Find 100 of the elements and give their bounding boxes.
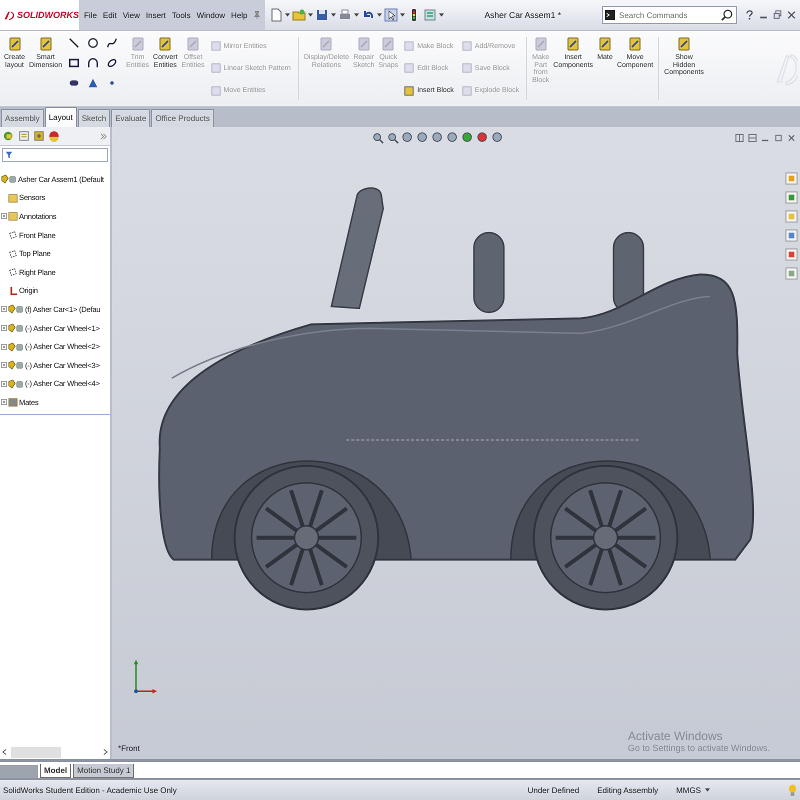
circle-icon[interactable]	[87, 37, 100, 49]
ellipse-icon[interactable]	[106, 57, 118, 69]
tool-icon	[404, 41, 414, 52]
caret-icon[interactable]	[330, 13, 336, 17]
tool-icon	[38, 36, 54, 52]
spline-icon[interactable]	[106, 37, 118, 49]
tool-icon	[380, 36, 396, 52]
tool-icon	[210, 86, 220, 96]
command-tab[interactable]: Assembly	[1, 109, 44, 127]
tool-icon	[130, 36, 146, 52]
close-icon[interactable]	[787, 133, 796, 143]
save-icon[interactable]	[314, 8, 328, 22]
menu-item[interactable]: Help	[231, 10, 248, 20]
model-tab[interactable]: Model	[40, 764, 72, 778]
part-icon	[8, 342, 24, 352]
caret-icon[interactable]	[284, 13, 290, 17]
search-field[interactable]: Search Commands	[602, 6, 737, 24]
tool-icon	[185, 36, 202, 52]
polygon-icon[interactable]	[87, 77, 100, 89]
new-document-icon[interactable]	[268, 8, 282, 22]
expand-icon[interactable]	[1, 306, 7, 312]
view-label: *Front	[118, 744, 140, 753]
tile-icon[interactable]	[735, 133, 744, 143]
tool-icon	[318, 36, 334, 52]
tool-icon	[627, 36, 644, 52]
scroll-right-icon[interactable]	[103, 748, 108, 756]
activation-hint: Go to Settings to activate Windows.	[628, 743, 770, 753]
app-logo: SOLIDWORKS	[17, 10, 79, 20]
arc-icon[interactable]	[87, 57, 100, 69]
line-icon[interactable]	[68, 37, 80, 49]
caret-icon[interactable]	[705, 788, 710, 792]
tool-icon	[596, 36, 613, 52]
menu-item[interactable]: Tools	[172, 10, 191, 20]
feature-tree-icon[interactable]	[3, 130, 15, 142]
tool-icon	[462, 63, 472, 74]
part-icon	[1, 174, 17, 184]
tool-icon	[356, 36, 372, 52]
caret-icon[interactable]	[376, 13, 382, 17]
tool-icon	[210, 41, 220, 52]
origin-icon	[8, 286, 18, 296]
model-tab[interactable]: Motion Study 1	[73, 764, 134, 778]
expand-icon[interactable]	[1, 362, 7, 368]
tool-icon	[404, 63, 414, 74]
window-title: Asher Car Assem1 *	[483, 10, 562, 20]
caret-icon[interactable]	[308, 13, 312, 17]
status-item: Editing Assembly	[597, 786, 658, 794]
expand-icon[interactable]	[1, 325, 7, 332]
plane-icon	[8, 230, 18, 240]
mates-icon	[8, 397, 18, 408]
command-tab[interactable]: Evaluate	[111, 109, 150, 127]
caret-icon[interactable]	[354, 13, 358, 17]
graphics-area[interactable]: *Front Activate Windows Go to Settings to activate Windows.	[112, 127, 800, 759]
caret-icon[interactable]	[438, 13, 444, 17]
menu-item[interactable]: View	[122, 10, 140, 20]
tile-icon[interactable]	[748, 133, 757, 143]
cursor-icon[interactable]	[384, 8, 398, 22]
plane-icon	[8, 267, 18, 278]
zoom-area-icon[interactable]	[387, 132, 399, 144]
plane-icon	[8, 248, 18, 259]
filter-field[interactable]	[2, 148, 108, 162]
menu-item[interactable]: Insert	[146, 10, 166, 20]
configuration-icon[interactable]	[33, 130, 45, 142]
restore-icon[interactable]	[773, 10, 782, 20]
restore-icon[interactable]	[774, 133, 783, 143]
search-icon[interactable]	[721, 9, 733, 21]
menu-item[interactable]: Window	[196, 10, 226, 20]
menu-item[interactable]: Edit	[102, 10, 117, 20]
tool-icon	[157, 36, 174, 52]
rectangle-icon[interactable]	[68, 57, 80, 69]
tool-icon	[462, 41, 472, 52]
caret-icon[interactable]	[400, 13, 404, 17]
zoom-fit-icon[interactable]	[372, 132, 384, 144]
help-icon[interactable]	[745, 10, 754, 20]
display-manager-icon[interactable]	[48, 130, 60, 142]
tool-icon	[210, 63, 220, 74]
expand-icon[interactable]	[1, 213, 7, 220]
close-icon[interactable]	[787, 10, 796, 20]
tool-icon	[565, 36, 582, 52]
command-tab[interactable]: Layout	[44, 107, 77, 127]
expand-icon[interactable]	[1, 399, 7, 406]
expand-icon[interactable]	[1, 344, 7, 350]
tool-icon	[6, 36, 22, 52]
printer-icon[interactable]	[338, 8, 352, 22]
pin-icon[interactable]	[254, 10, 260, 20]
command-icon	[605, 10, 615, 20]
part-icon	[8, 323, 24, 334]
expand-icon[interactable]	[1, 380, 7, 387]
tool-icon	[462, 86, 472, 96]
command-tab[interactable]: Office Products	[151, 109, 214, 127]
tool-icon	[404, 86, 414, 96]
status-item: Under Defined	[528, 786, 580, 794]
part-icon	[8, 304, 24, 314]
scroll-left-icon[interactable]	[2, 748, 7, 756]
chevron-icon[interactable]	[100, 132, 107, 140]
part-icon	[8, 378, 24, 389]
menu-item[interactable]: File	[84, 10, 97, 20]
scrollbar-thumb[interactable]	[11, 746, 61, 758]
filter-icon	[5, 151, 13, 159]
command-tab[interactable]: Sketch	[78, 109, 110, 127]
tool-icon	[676, 36, 692, 52]
